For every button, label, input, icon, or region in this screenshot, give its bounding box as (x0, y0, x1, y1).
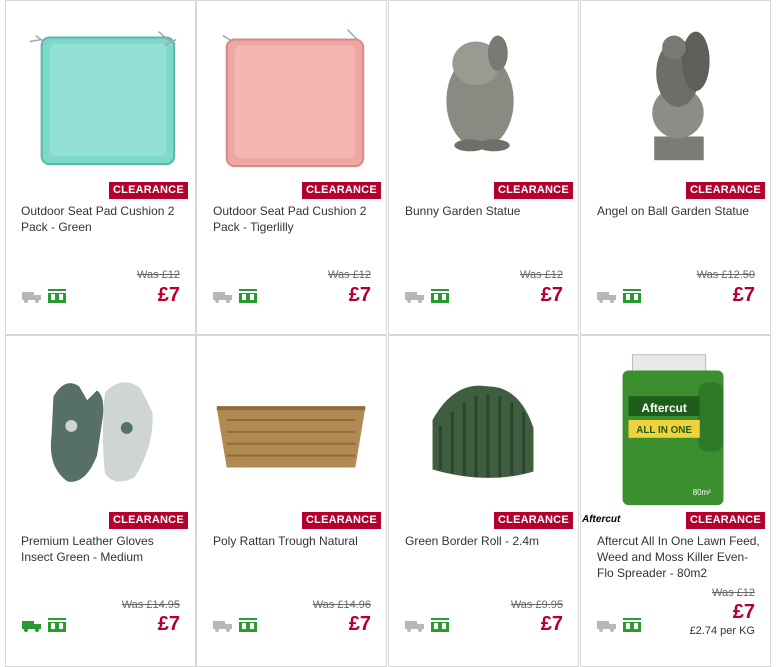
price: £7 (348, 284, 371, 306)
gloves-image[interactable] (6, 336, 195, 506)
product-card[interactable]: CLEARANCE Outdoor Seat Pad Cushion 2 Pac… (5, 0, 196, 335)
clearance-badge: CLEARANCE (494, 182, 573, 199)
clearance-badge: CLEARANCE (109, 512, 188, 529)
product-title[interactable]: Premium Leather Gloves Insect Green - Me… (21, 533, 181, 565)
product-title[interactable]: Aftercut All In One Lawn Feed, Weed and … (597, 533, 763, 581)
bunny-statue-image[interactable] (389, 1, 578, 171)
package-brand: Aftercut (641, 401, 687, 415)
angel-statue-image[interactable] (581, 1, 770, 171)
clearance-badge: CLEARANCE (686, 512, 765, 529)
store-collect-icon (48, 289, 66, 303)
was-price: Was £14.95 (121, 599, 180, 611)
store-collect-icon (431, 618, 449, 632)
clearance-badge: CLEARANCE (686, 182, 765, 199)
price: £7 (348, 613, 371, 635)
product-title[interactable]: Outdoor Seat Pad Cushion 2 Pack - Green (21, 203, 181, 235)
store-collect-icon (623, 618, 641, 632)
product-title[interactable]: Outdoor Seat Pad Cushion 2 Pack - Tigerl… (213, 203, 373, 235)
delivery-truck-icon (405, 292, 424, 303)
delivery-truck-icon (405, 621, 424, 632)
product-card[interactable]: CLEARANCE Angel on Ball Garden Statue Wa… (580, 0, 771, 335)
teal-seat-pad-image[interactable] (6, 1, 195, 171)
delivery-truck-icon (597, 621, 616, 632)
product-card[interactable]: CLEARANCE Green Border Roll - 2.4m Was £… (388, 335, 579, 667)
clearance-badge: CLEARANCE (302, 182, 381, 199)
store-collect-icon (431, 289, 449, 303)
product-card[interactable]: Aftercut ALL IN ONE 80m² Aftercut CLEARA… (580, 335, 771, 667)
product-title[interactable]: Angel on Ball Garden Statue (597, 203, 757, 219)
product-grid: CLEARANCE Outdoor Seat Pad Cushion 2 Pac… (0, 0, 776, 667)
delivery-truck-icon (22, 621, 41, 632)
store-collect-icon (48, 618, 66, 632)
was-price: Was £12 (519, 269, 563, 281)
delivery-truck-icon (213, 292, 232, 303)
product-title[interactable]: Poly Rattan Trough Natural (213, 533, 373, 549)
store-collect-icon (239, 618, 257, 632)
product-card[interactable]: CLEARANCE Outdoor Seat Pad Cushion 2 Pac… (196, 0, 387, 335)
was-price: Was £12 (136, 269, 180, 281)
price: £7 (157, 284, 180, 306)
border-roll-image[interactable] (389, 336, 578, 506)
package-area: 80m² (693, 488, 711, 497)
was-price: Was £14.96 (312, 599, 371, 611)
delivery-truck-icon (22, 292, 41, 303)
product-title[interactable]: Green Border Roll - 2.4m (405, 533, 565, 549)
price: £7 (540, 613, 563, 635)
price: £7 (732, 601, 755, 623)
unit-price: £2.74 per KG (689, 625, 755, 637)
product-title[interactable]: Bunny Garden Statue (405, 203, 565, 219)
pink-seat-pad-image[interactable] (197, 1, 386, 171)
rattan-trough-image[interactable] (197, 336, 386, 506)
price: £7 (540, 284, 563, 306)
was-price: Was £12 (327, 269, 371, 281)
product-card[interactable]: CLEARANCE Premium Leather Gloves Insect … (5, 335, 196, 667)
was-price: Was £12.50 (696, 269, 755, 281)
store-collect-icon (623, 289, 641, 303)
product-card[interactable]: CLEARANCE Bunny Garden Statue Was £12 £7 (388, 0, 579, 335)
product-card[interactable]: CLEARANCE Poly Rattan Trough Natural Was… (196, 335, 387, 667)
delivery-truck-icon (597, 292, 616, 303)
price: £7 (732, 284, 755, 306)
clearance-badge: CLEARANCE (494, 512, 573, 529)
was-price: Was £12 (711, 587, 755, 599)
aftercut-logo: Aftercut (582, 514, 621, 525)
package-line: ALL IN ONE (636, 425, 692, 436)
clearance-badge: CLEARANCE (109, 182, 188, 199)
delivery-truck-icon (213, 621, 232, 632)
price: £7 (157, 613, 180, 635)
store-collect-icon (239, 289, 257, 303)
was-price: Was £9.95 (510, 599, 563, 611)
clearance-badge: CLEARANCE (302, 512, 381, 529)
aftercut-bottle-image[interactable]: Aftercut ALL IN ONE 80m² (581, 336, 770, 506)
